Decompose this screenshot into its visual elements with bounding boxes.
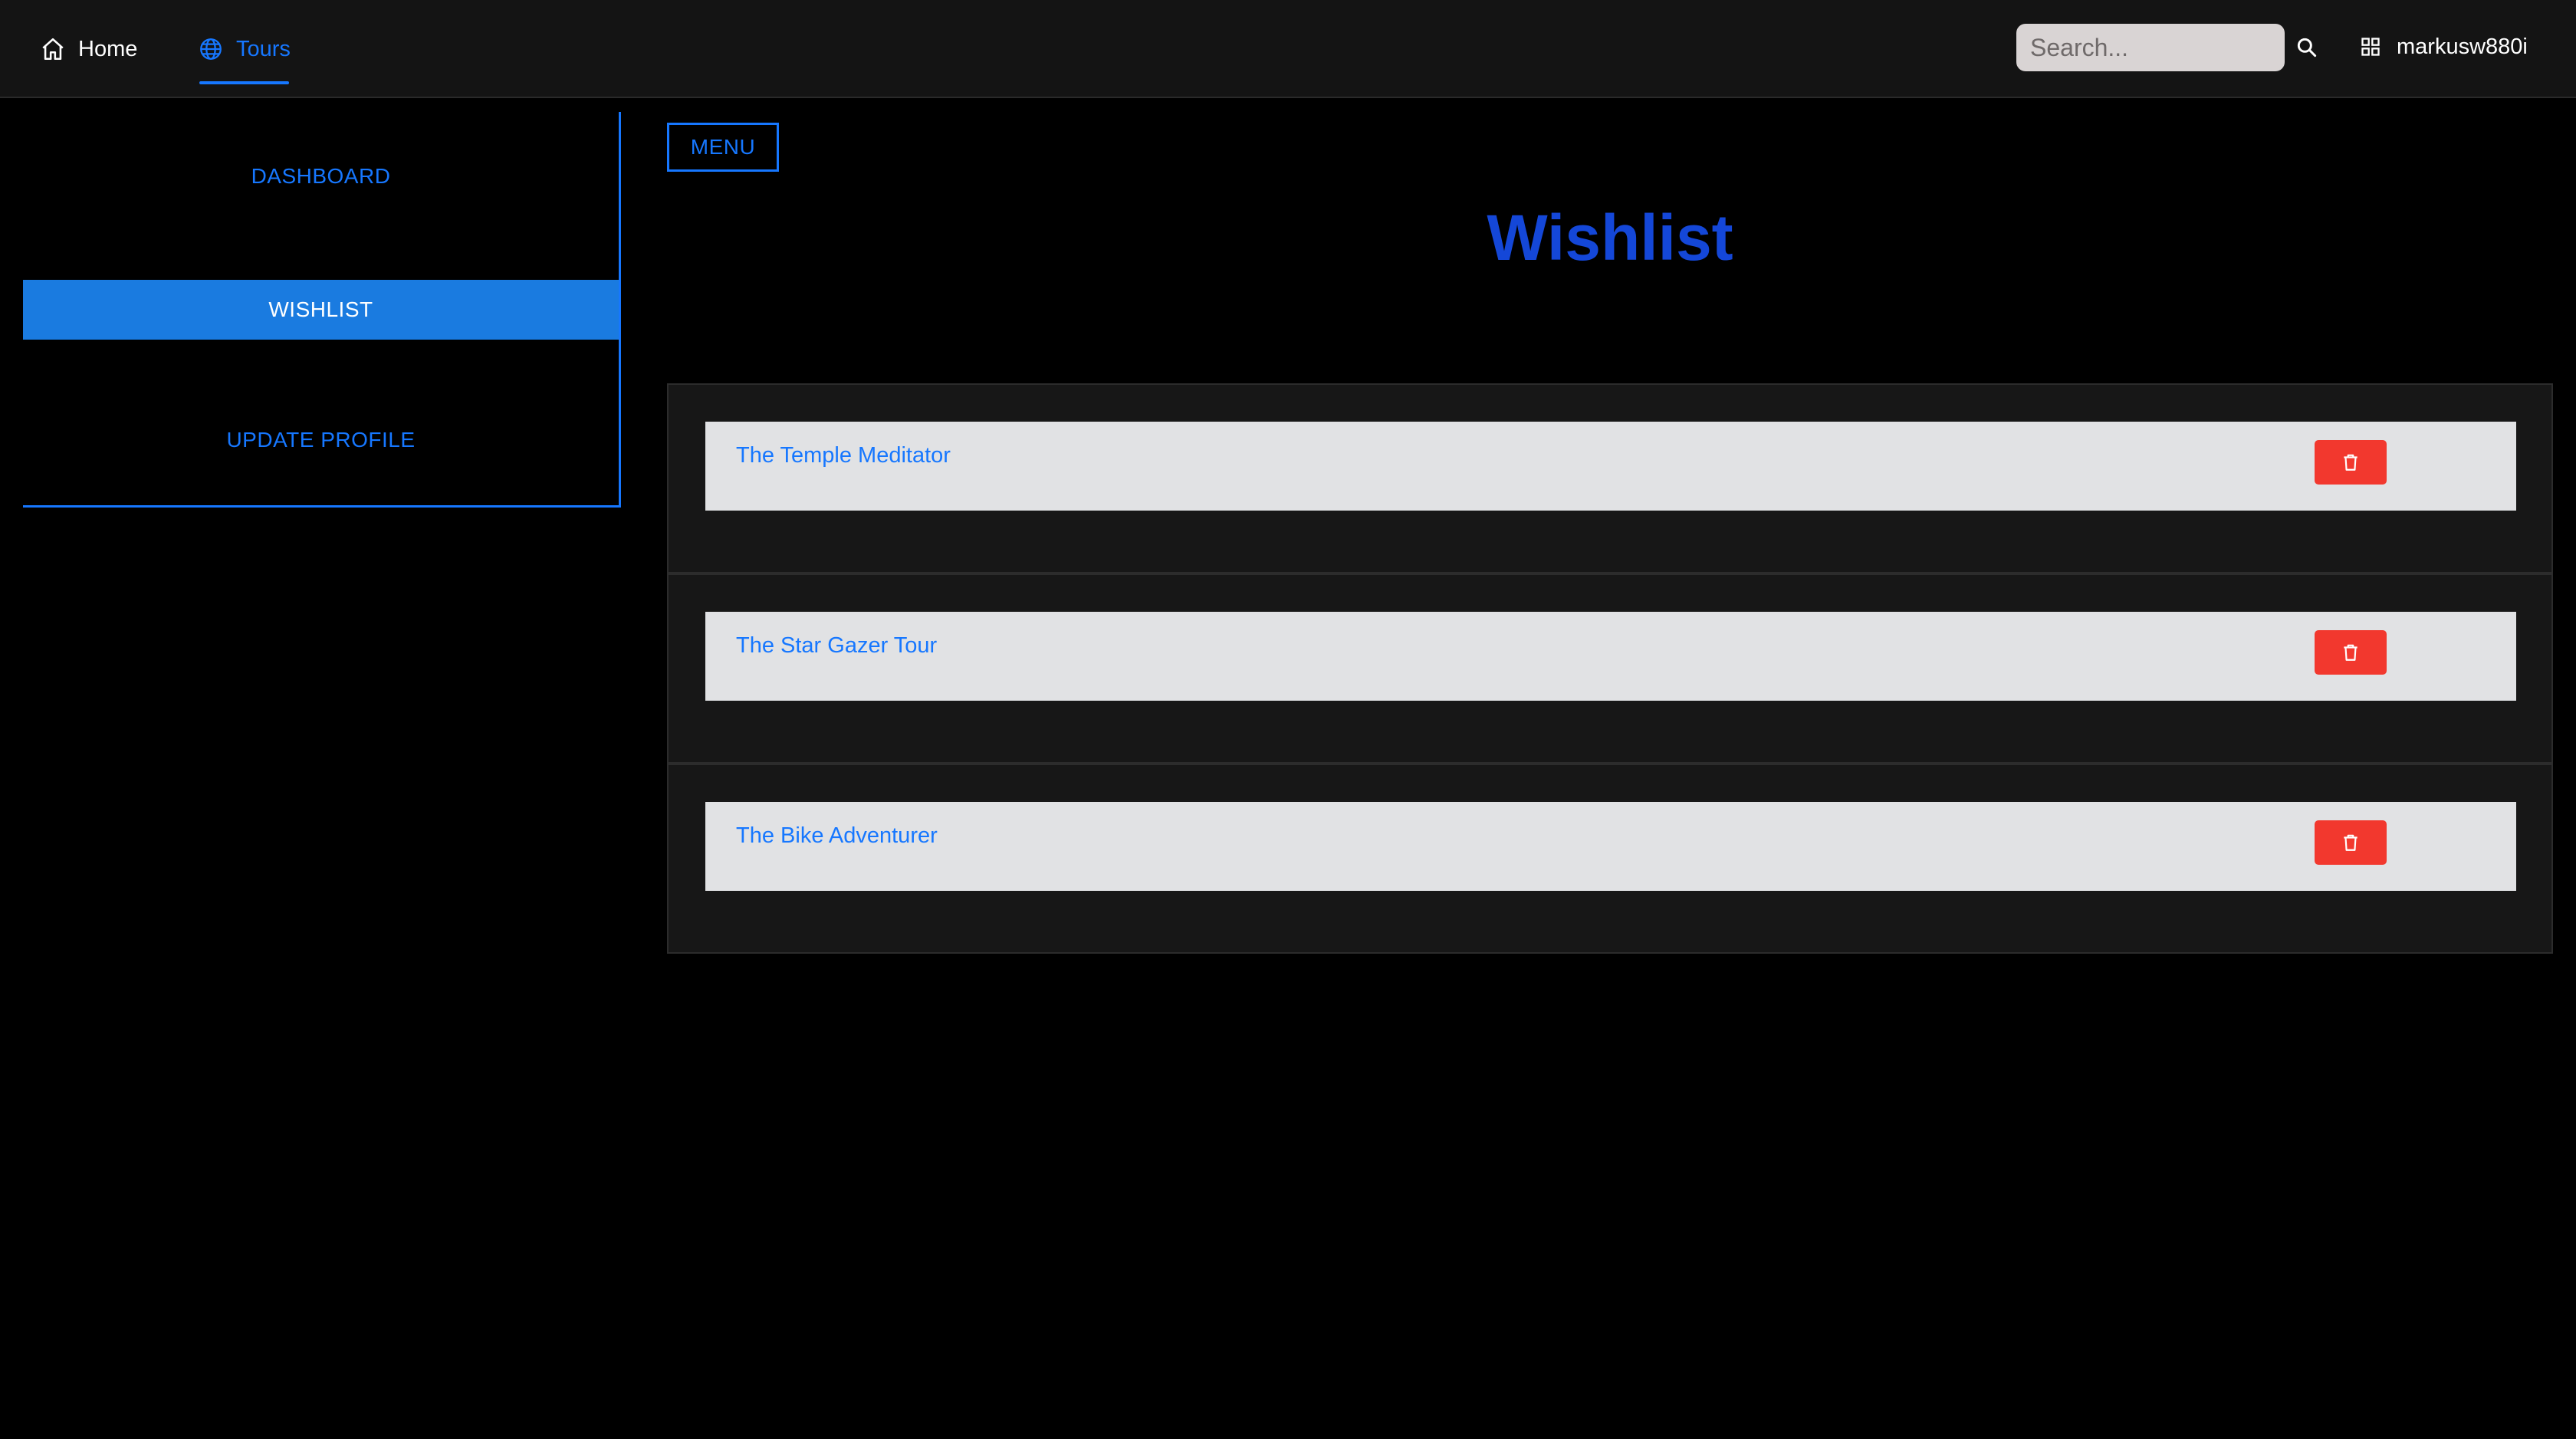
wishlist-card: The Star Gazer Tour [667,573,2553,764]
sidebar-item-wishlist[interactable]: WISHLIST [23,280,619,340]
wishlist-card: The Temple Meditator [667,383,2553,573]
menu-button[interactable]: MENU [667,123,779,172]
delete-button[interactable] [2315,630,2387,675]
sidebar-item-label: UPDATE PROFILE [226,428,416,452]
nav-home-link[interactable]: Home [40,0,137,98]
sidebar-item-dashboard[interactable]: DASHBOARD [23,146,619,206]
delete-button[interactable] [2315,820,2387,865]
wishlist-item-title[interactable]: The Temple Meditator [736,443,951,468]
globe-icon [198,36,224,62]
wishlist-item-title[interactable]: The Bike Adventurer [736,823,938,849]
wishlist-card: The Bike Adventurer [667,764,2553,954]
wishlist-item: The Bike Adventurer [705,802,2516,891]
sidebar-item-update-profile[interactable]: UPDATE PROFILE [23,410,619,470]
nav-tours-label: Tours [236,36,291,61]
wishlist-item-title[interactable]: The Star Gazer Tour [736,633,937,659]
app-root: Home Tours Search... markusw880i DASHBOA… [0,0,2576,1439]
sidebar: DASHBOARD WISHLIST UPDATE PROFILE [23,112,621,508]
wishlist-item: The Star Gazer Tour [705,612,2516,701]
search-input[interactable] [2016,24,2285,71]
trash-icon [2341,833,2361,853]
sidebar-item-label: DASHBOARD [251,164,391,188]
delete-button[interactable] [2315,440,2387,485]
user-menu[interactable]: markusw880i [2360,0,2528,94]
grid-icon [2360,36,2381,57]
page-title: Wishlist [1487,202,1733,274]
search-icon[interactable] [2295,35,2319,60]
sidebar-item-label: WISHLIST [268,297,373,321]
top-navbar: Home Tours Search... markusw880i [0,0,2576,98]
username-label: markusw880i [2397,34,2528,59]
trash-icon [2341,642,2361,662]
wishlist-item: The Temple Meditator [705,422,2516,511]
nav-tours-link[interactable]: Tours [198,0,291,98]
nav-home-label: Home [78,36,138,61]
home-icon [40,36,66,62]
trash-icon [2341,452,2361,472]
